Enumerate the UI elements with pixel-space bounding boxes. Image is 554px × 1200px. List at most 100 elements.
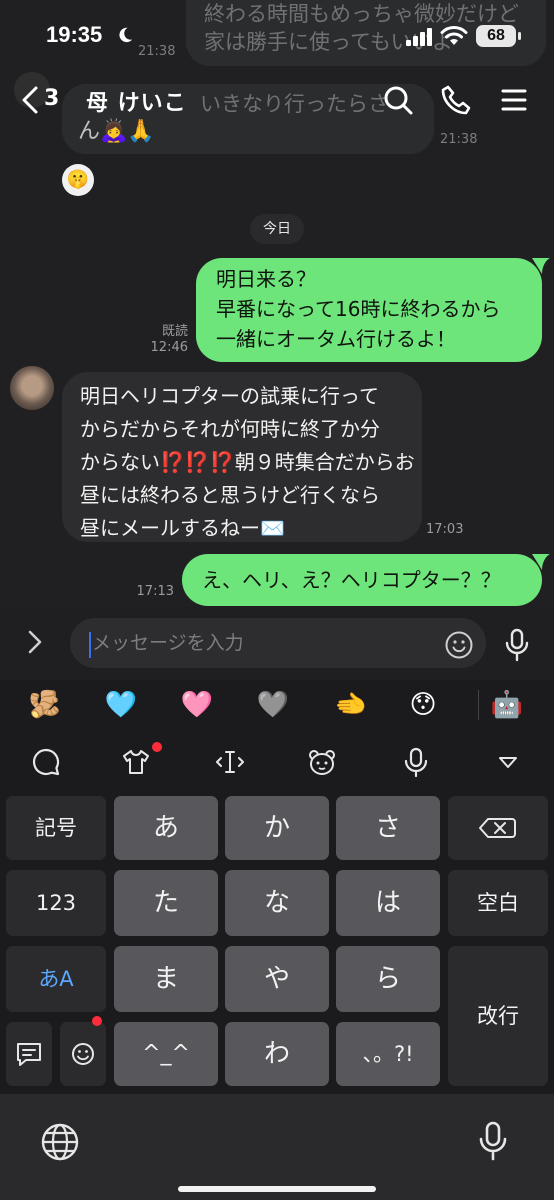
smiley-icon xyxy=(72,1043,94,1065)
unread-count[interactable]: 3 xyxy=(44,86,59,111)
key-label: わ xyxy=(263,1039,290,1069)
message-input[interactable] xyxy=(70,618,486,668)
key-label: あ xyxy=(152,813,179,843)
message-line: からだからそれが何時に終了か分 xyxy=(80,417,380,441)
message-line: 一緒にオータム行けるよ！ xyxy=(216,327,456,351)
contact-avatar[interactable] xyxy=(10,366,54,410)
sticker-icon[interactable]: 🤫 xyxy=(62,164,94,196)
key-label: あA xyxy=(38,967,74,991)
message-meta: 既読 12:46 xyxy=(140,324,188,356)
read-receipt: 既読 xyxy=(161,324,188,339)
chat-header: 3 母 けいこ xyxy=(0,72,554,128)
key-label: た xyxy=(152,888,179,918)
emoji-icon[interactable] xyxy=(444,630,474,660)
back-chevron-icon[interactable] xyxy=(16,84,44,116)
key-ha[interactable]: は xyxy=(336,870,440,936)
key-punctuation[interactable]: 、。?! xyxy=(336,1022,440,1086)
notification-dot xyxy=(92,1016,102,1026)
incoming-message-bubble[interactable]: 明日ヘリコプターの試乗に行って からだからそれが何時に終了か分 からない⁉️⁉️… xyxy=(62,372,422,542)
phone-icon[interactable] xyxy=(440,84,472,116)
key-label: 改行 xyxy=(477,1004,519,1028)
key-input-mode[interactable]: あA xyxy=(6,946,106,1012)
message-line: からない⁉️⁉️⁉️朝９時集合だからお xyxy=(80,450,415,474)
wifi-icon xyxy=(440,26,468,45)
battery-cap xyxy=(518,32,521,40)
message-line: 昼には終わると思うけど行くなら xyxy=(80,483,380,507)
signal-icon xyxy=(406,28,432,46)
message-line: 明日ヘリコプターの試乗に行って xyxy=(80,384,379,408)
emoji-suggestion[interactable]: 🩵 xyxy=(104,688,138,722)
emoji-suggestion[interactable]: 🤖 xyxy=(490,688,524,722)
key-message-suggest[interactable] xyxy=(6,1022,52,1086)
chat-title[interactable]: 母 けいこ xyxy=(86,85,187,117)
key-label: な xyxy=(263,888,290,918)
battery-icon: 68 xyxy=(476,25,516,47)
chat-bubble-icon[interactable] xyxy=(30,746,62,778)
notification-dot xyxy=(152,742,162,752)
status-bar: 19:35 68 xyxy=(0,0,554,72)
backspace-icon xyxy=(479,818,516,838)
cursor-move-icon[interactable] xyxy=(214,746,246,778)
key-label: ま xyxy=(152,964,179,994)
key-a[interactable]: あ xyxy=(114,796,218,860)
key-na[interactable]: な xyxy=(225,870,329,936)
date-separator: 今日 xyxy=(250,214,304,244)
key-label: 空白 xyxy=(477,891,519,915)
message-line: え、ヘリ、え？ヘリコプター？？ xyxy=(202,568,501,592)
message-time: 12:46 xyxy=(150,340,188,355)
key-symbols[interactable]: 記号 xyxy=(6,796,106,860)
search-icon[interactable] xyxy=(382,84,414,116)
microphone-icon[interactable] xyxy=(502,628,532,662)
message-input-bar xyxy=(0,606,554,680)
key-ka[interactable]: か xyxy=(225,796,329,860)
moon-icon xyxy=(119,27,133,43)
outgoing-message-bubble[interactable]: 明日来る？ 早番になって16時に終わるから 一緒にオータム行けるよ！ xyxy=(196,258,542,362)
key-label: 記号 xyxy=(35,816,77,840)
message-line: 昼にメールするねー✉️ xyxy=(80,516,285,540)
previous-message-time: 21:38 xyxy=(440,132,478,147)
outgoing-message-bubble[interactable]: え、ヘリ、え？ヘリコプター？？ xyxy=(182,554,542,606)
keyboard-bottom-bar xyxy=(0,1094,554,1200)
key-delete[interactable] xyxy=(448,796,548,860)
key-label: や xyxy=(263,964,290,994)
message-line: 明日来る？ xyxy=(216,267,316,291)
emoji-suggestion[interactable]: 🫲 xyxy=(334,688,368,722)
emoji-suggestion-row: 🫚 🩵 🩷 🩶 🫲 😯 🤖 xyxy=(0,680,554,730)
message-line: 早番になって16時に終わるから xyxy=(216,297,501,321)
dictation-icon[interactable] xyxy=(478,1120,508,1162)
message-list-icon xyxy=(17,1043,41,1066)
tshirt-icon[interactable] xyxy=(120,746,152,778)
key-label: 、。?! xyxy=(362,1042,414,1066)
key-numbers[interactable]: 123 xyxy=(6,870,106,936)
text-caret xyxy=(89,632,91,658)
menu-icon[interactable] xyxy=(498,84,530,116)
key-space[interactable]: 空白 xyxy=(448,870,548,936)
key-return[interactable]: 改行 xyxy=(448,946,548,1086)
home-indicator[interactable] xyxy=(178,1186,376,1192)
key-label: は xyxy=(374,888,401,918)
emoji-suggestion[interactable]: 😯 xyxy=(406,688,440,722)
expand-chevron-icon[interactable] xyxy=(20,628,48,656)
emoji-suggestion[interactable]: 🩷 xyxy=(180,688,214,722)
emoji-suggestion[interactable]: 🫚 xyxy=(28,688,62,722)
key-ma[interactable]: ま xyxy=(114,946,218,1012)
divider xyxy=(478,690,479,720)
key-sa[interactable]: さ xyxy=(336,796,440,860)
key-wa[interactable]: わ xyxy=(225,1022,329,1086)
emoji-suggestion[interactable]: 🩶 xyxy=(256,688,290,722)
key-label: か xyxy=(263,813,290,843)
voice-input-icon[interactable] xyxy=(400,746,432,778)
keyboard-toolbar xyxy=(0,736,554,786)
message-time: 17:03 xyxy=(426,522,464,537)
key-label: ^_^ xyxy=(142,1041,190,1066)
key-ra[interactable]: ら xyxy=(336,946,440,1012)
collapse-triangle-icon[interactable] xyxy=(492,746,524,778)
chat-area: 終わる時間もめっちゃ微妙だけど 家は勝手に使ってもいいよ 21:38 いきなり行… xyxy=(0,0,554,606)
bear-face-icon[interactable] xyxy=(306,746,338,778)
globe-icon[interactable] xyxy=(40,1122,80,1162)
key-emoji[interactable] xyxy=(60,1022,106,1086)
key-ya[interactable]: や xyxy=(225,946,329,1012)
key-ta[interactable]: た xyxy=(114,870,218,936)
message-time: 17:13 xyxy=(136,584,174,599)
key-kaomoji[interactable]: ^_^ xyxy=(114,1022,218,1086)
